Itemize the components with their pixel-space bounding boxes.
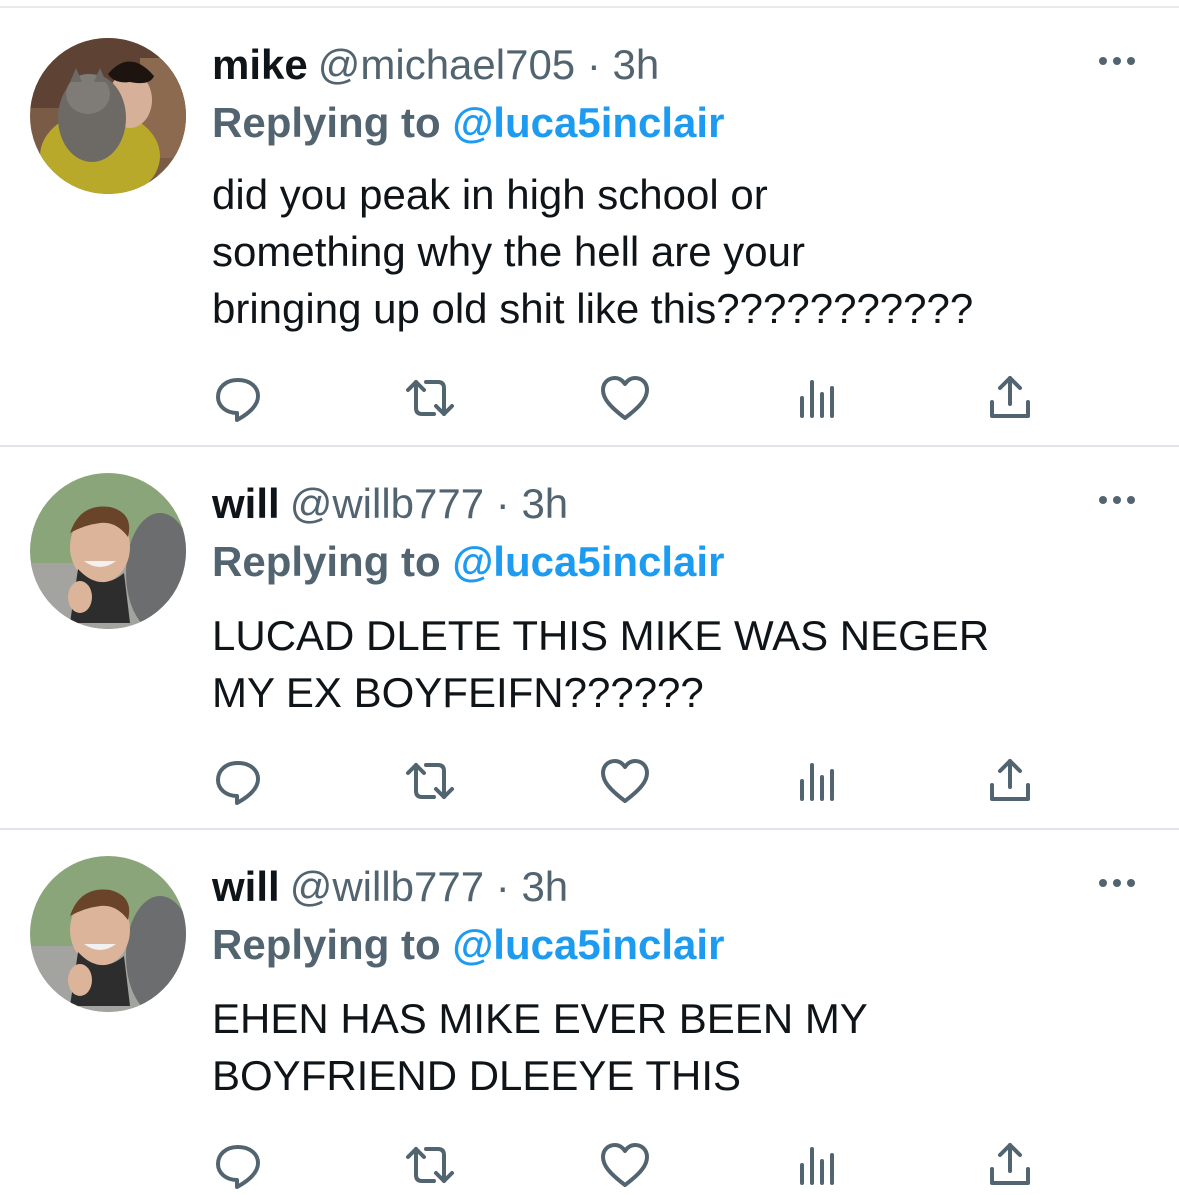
timestamp[interactable]: 3h	[521, 863, 568, 910]
more-horizontal-icon	[1099, 496, 1135, 504]
more-horizontal-icon	[1099, 57, 1135, 65]
separator-dot: ·	[495, 480, 510, 527]
share-icon	[990, 1143, 1030, 1185]
tweet-header: will @willb777 · 3h	[212, 477, 568, 531]
display-name[interactable]: will	[212, 863, 280, 910]
tweet-divider	[0, 445, 1179, 447]
replying-to-label: Replying to	[212, 99, 441, 146]
share-icon	[990, 376, 1030, 418]
avatar[interactable]	[30, 856, 186, 1012]
avatar-photo-selfie	[30, 856, 186, 1012]
views-button[interactable]	[788, 751, 848, 811]
avatar-photo-with-cat	[30, 38, 186, 194]
retweet-icon	[406, 380, 454, 416]
heart-icon	[601, 376, 649, 420]
tweet-text: EHEN HAS MIKE EVER BEEN MY BOYFRIEND DLE…	[212, 995, 868, 1099]
heart-icon	[601, 759, 649, 803]
avatar-photo-selfie	[30, 473, 186, 629]
display-name[interactable]: mike	[212, 41, 308, 88]
replying-to: Replying to @luca5inclair	[212, 918, 724, 972]
more-horizontal-icon	[1099, 879, 1135, 887]
tweet[interactable]: mike @michael705 · 3h Replying to @luca5i…	[0, 38, 1179, 438]
tweet-header: mike @michael705 · 3h	[212, 38, 659, 92]
timestamp[interactable]: 3h	[521, 480, 568, 527]
more-options-button[interactable]	[1095, 46, 1139, 76]
reply-icon	[216, 761, 260, 805]
avatar[interactable]	[30, 473, 186, 629]
tweet-actions	[0, 751, 1179, 811]
like-button[interactable]	[595, 1135, 655, 1195]
views-button[interactable]	[788, 1135, 848, 1195]
share-button[interactable]	[980, 751, 1040, 811]
retweet-icon	[406, 763, 454, 799]
more-options-button[interactable]	[1095, 868, 1139, 898]
tweet-actions	[0, 368, 1179, 428]
share-button[interactable]	[980, 368, 1040, 428]
user-handle[interactable]: @willb777	[290, 863, 484, 910]
more-options-button[interactable]	[1095, 485, 1139, 515]
retweet-button[interactable]	[400, 751, 460, 811]
retweet-icon	[406, 1147, 454, 1183]
share-icon	[990, 759, 1030, 801]
separator-dot: ·	[586, 41, 601, 88]
reply-icon	[216, 378, 260, 422]
timestamp[interactable]: 3h	[613, 41, 660, 88]
top-divider	[0, 6, 1179, 8]
share-button[interactable]	[980, 1135, 1040, 1195]
heart-icon	[601, 1143, 649, 1187]
reply-button[interactable]	[208, 751, 268, 811]
tweet-text: LUCAD DLETE THIS MIKE WAS NEGER MY EX BO…	[212, 612, 990, 716]
replying-to: Replying to @luca5inclair	[212, 96, 724, 150]
avatar[interactable]	[30, 38, 186, 194]
views-button[interactable]	[788, 368, 848, 428]
replying-to-label: Replying to	[212, 921, 441, 968]
like-button[interactable]	[595, 751, 655, 811]
like-button[interactable]	[595, 368, 655, 428]
reply-button[interactable]	[208, 368, 268, 428]
user-handle[interactable]: @michael705	[318, 41, 575, 88]
tweet[interactable]: will @willb777 · 3h Replying to @luca5inc…	[0, 473, 1179, 817]
tweet-divider	[0, 828, 1179, 830]
mention-link[interactable]: @luca5inclair	[452, 99, 724, 146]
display-name[interactable]: will	[212, 480, 280, 527]
mention-link[interactable]: @luca5inclair	[452, 538, 724, 585]
user-handle[interactable]: @willb777	[290, 480, 484, 527]
replying-to: Replying to @luca5inclair	[212, 535, 724, 589]
views-bar-chart-icon	[800, 1147, 834, 1185]
tweet[interactable]: will @willb777 · 3h Replying to @luca5inc…	[0, 856, 1179, 1195]
retweet-button[interactable]	[400, 1135, 460, 1195]
views-bar-chart-icon	[800, 763, 834, 801]
views-bar-chart-icon	[800, 380, 834, 418]
mention-link[interactable]: @luca5inclair	[452, 921, 724, 968]
tweet-header: will @willb777 · 3h	[212, 860, 568, 914]
reply-icon	[216, 1145, 260, 1189]
tweet-actions	[0, 1135, 1179, 1195]
reply-button[interactable]	[208, 1135, 268, 1195]
separator-dot: ·	[495, 863, 510, 910]
replying-to-label: Replying to	[212, 538, 441, 585]
tweet-text: did you peak in high school or something…	[212, 171, 974, 332]
retweet-button[interactable]	[400, 368, 460, 428]
